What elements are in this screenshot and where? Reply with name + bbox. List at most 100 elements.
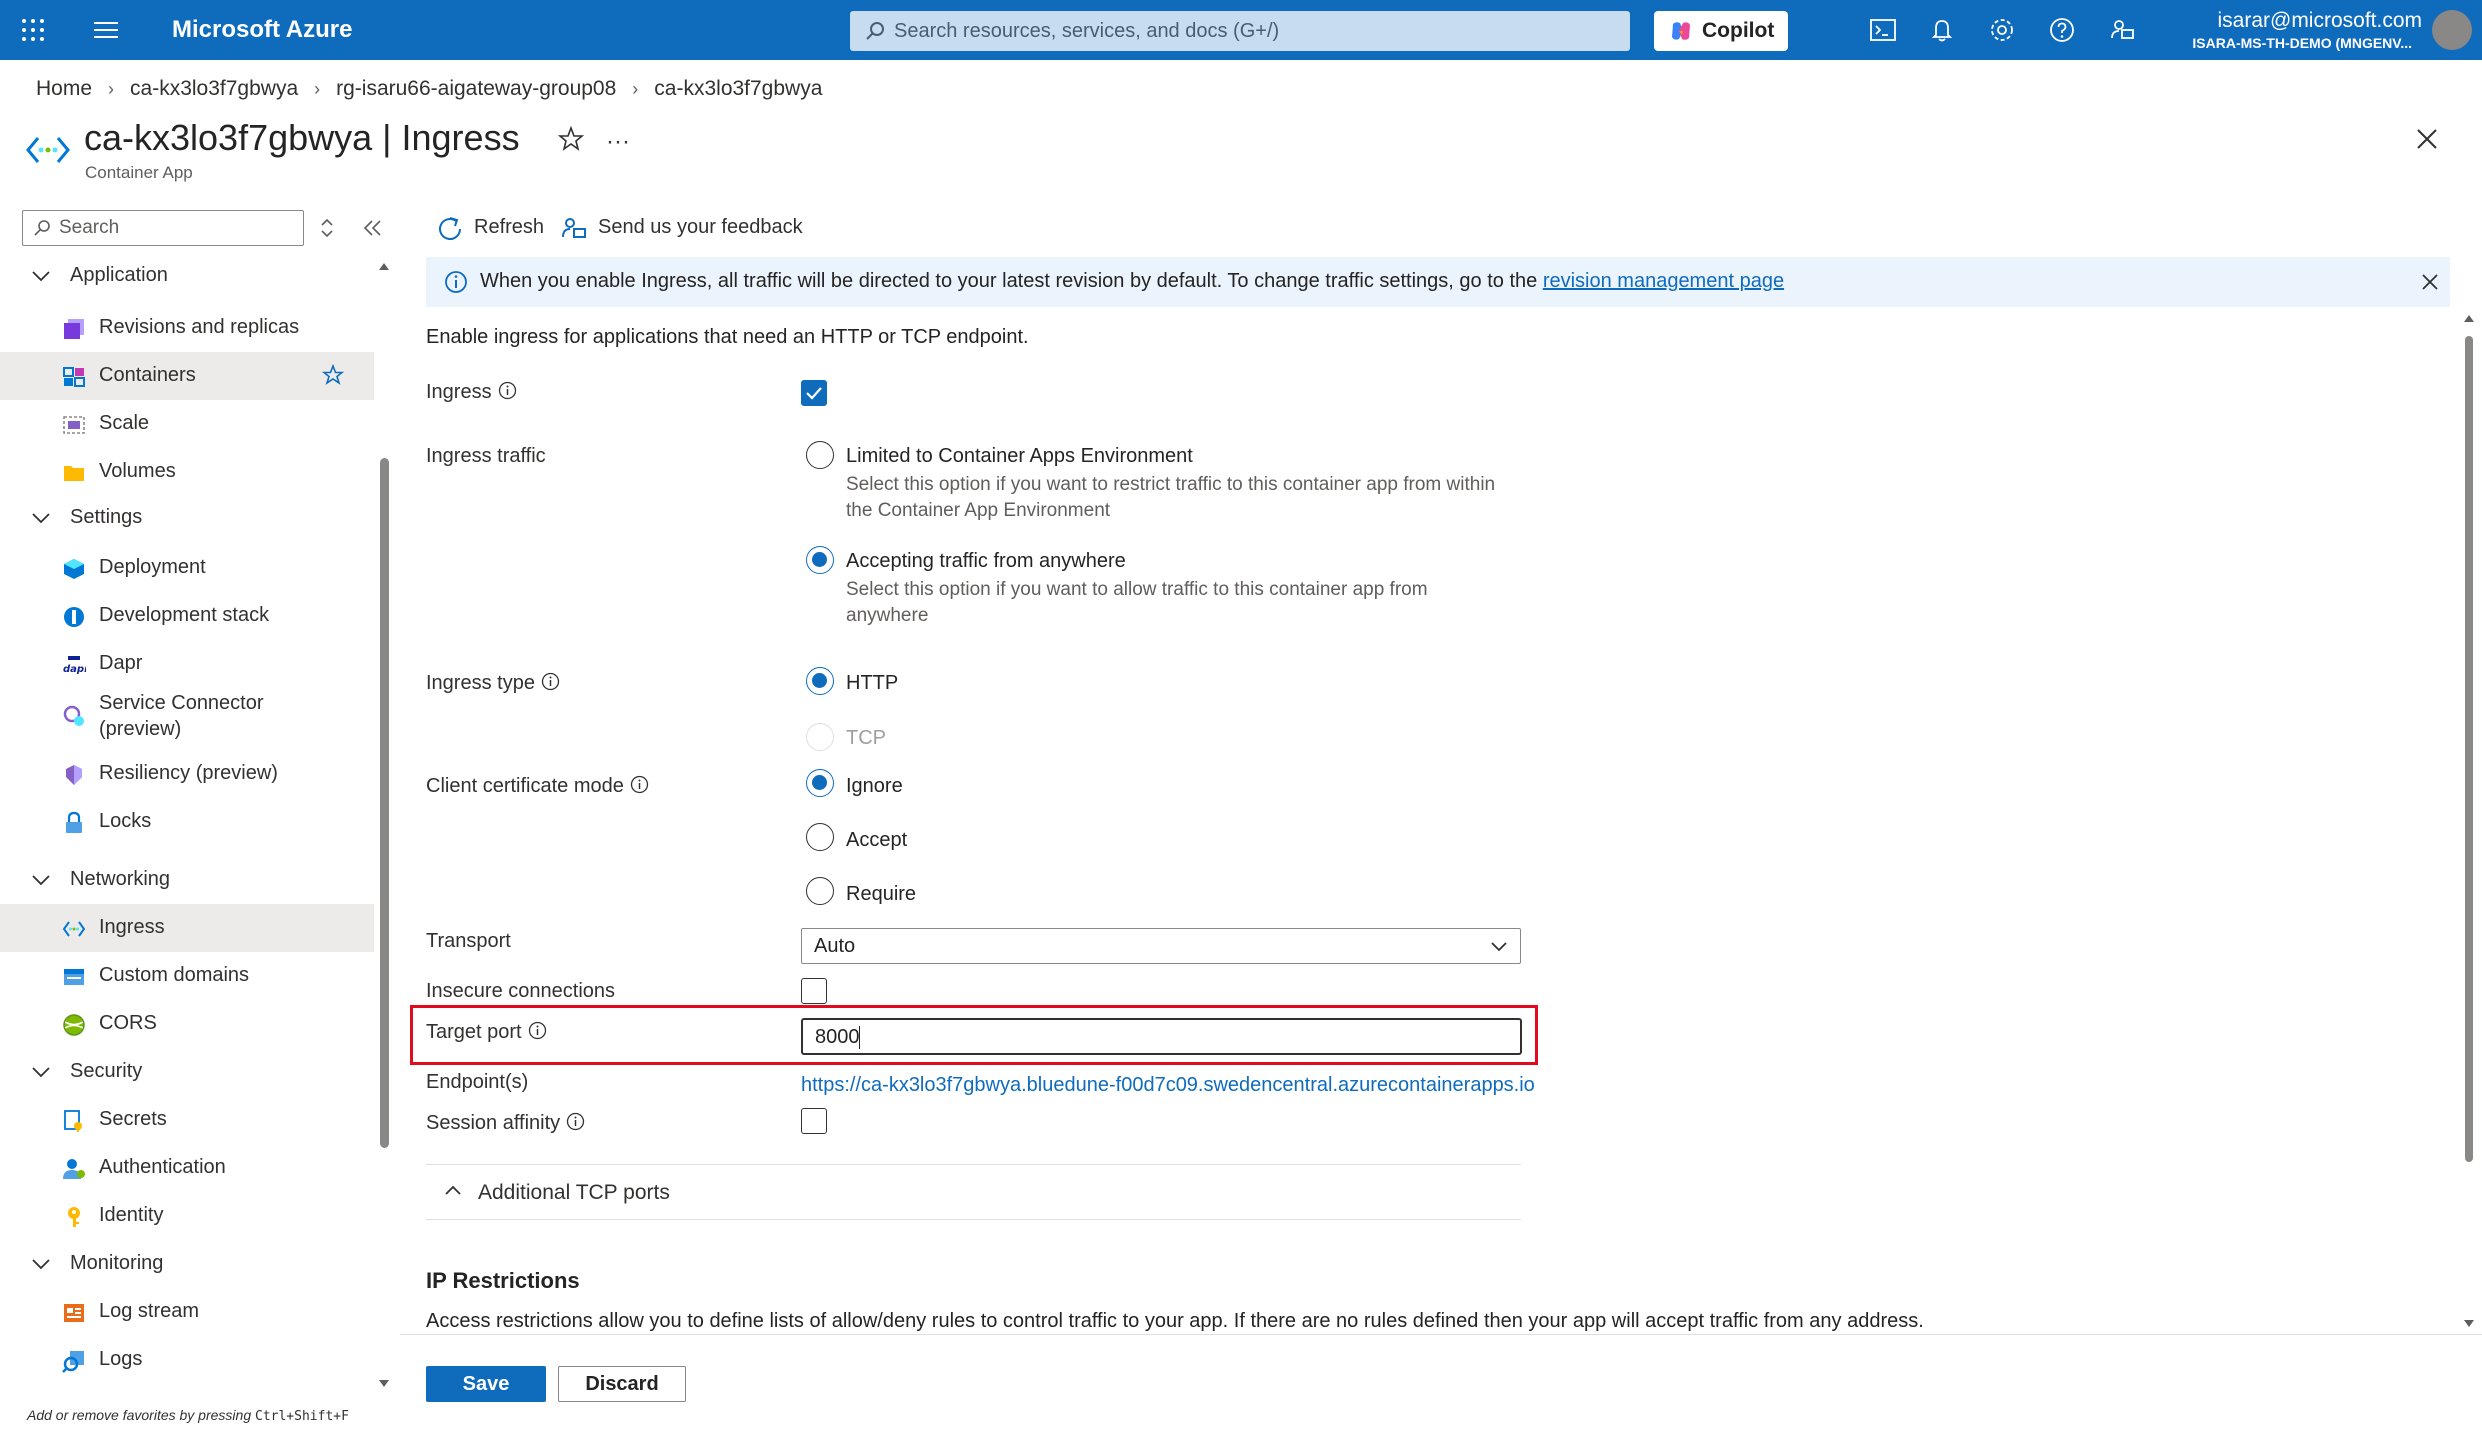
authentication-user-icon [63,1159,85,1179]
traffic-anywhere-label[interactable]: Accepting traffic from anywhere [846,550,1126,573]
sidebar-item-label: Log stream [99,1300,200,1322]
sidebar-item-label: Containers [99,364,196,386]
sidebar-item-secrets[interactable]: Secrets [0,1096,374,1144]
expand-collapse-all-icon[interactable] [318,216,336,240]
chevron-down-icon [32,271,50,281]
sidebar-item-logs[interactable]: Logs [0,1336,374,1384]
sidebar-item-label-line1: Service Connector [99,692,264,714]
nav-group-networking[interactable]: Networking [30,868,170,891]
nav-group-security[interactable]: Security [30,1060,142,1083]
ip-restrictions-title: IP Restrictions [426,1268,580,1293]
target-port-label: Target port [426,1021,547,1044]
sidebar-item-volumes[interactable]: Volumes [0,448,374,496]
sidebar-item-label: Revisions and replicas [99,316,300,338]
sidebar-item-label: Identity [99,1204,164,1226]
chevron-down-icon [32,513,50,523]
identity-key-icon [68,1207,80,1227]
transport-dropdown[interactable]: Auto [801,928,1521,964]
breadcrumb-current[interactable]: ca-kx3lo3f7gbwya [654,77,822,100]
close-blade-icon[interactable] [2414,126,2440,152]
sidebar-item-revisions[interactable]: Revisions and replicas [0,304,374,352]
info-icon[interactable] [630,775,649,794]
sidebar-item-service-connector[interactable]: Service Connector (preview) [0,688,374,744]
traffic-limited-radio[interactable] [806,441,834,469]
info-icon[interactable] [541,672,560,691]
ingress-type-http-label[interactable]: HTTP [846,672,898,695]
ingress-type-tcp-label: TCP [846,727,886,749]
client-cert-ignore-radio[interactable] [806,769,834,797]
target-port-input[interactable]: 8000 [801,1018,1522,1055]
sidebar-item-deployment[interactable]: Deployment [0,544,374,592]
breadcrumb-home[interactable]: Home [36,77,92,100]
traffic-anywhere-radio[interactable] [806,546,834,574]
endpoint-url-link[interactable]: https://ca-kx3lo3f7gbwya.bluedune-f00d7c… [801,1074,1535,1097]
portal-menu-icon[interactable] [92,18,120,42]
info-icon[interactable] [528,1021,547,1040]
sidebar-item-containers[interactable]: Containers [0,352,374,400]
notifications-bell-icon[interactable] [1928,16,1956,44]
main-scrollbar-thumb[interactable] [2465,336,2473,1162]
session-affinity-checkbox[interactable] [801,1108,827,1134]
brand-title[interactable]: Microsoft Azure [172,16,352,44]
sidebar-item-cors[interactable]: CORS [0,1000,374,1048]
chevron-up-icon [445,1185,461,1195]
ingress-type-http-radio[interactable] [806,667,834,695]
revision-management-link[interactable]: revision management page [1543,270,1784,292]
app-launcher-icon[interactable] [20,17,46,43]
sidebar-item-locks[interactable]: Locks [0,798,374,846]
sidebar-item-label-line2: (preview) [99,718,182,740]
save-button[interactable]: Save [426,1366,546,1402]
more-options-icon[interactable]: ··· [606,128,630,156]
sidebar-item-custom-domains[interactable]: Custom domains [0,952,374,1000]
favorites-hint: Add or remove favorites by pressing Ctrl… [27,1407,349,1424]
feedback-icon[interactable] [2108,16,2136,44]
sidebar-search-input[interactable]: Search [22,210,304,246]
sidebar-item-label: CORS [99,1012,157,1034]
client-cert-accept-label[interactable]: Accept [846,829,907,852]
account-email[interactable]: isarar@microsoft.com [2217,9,2422,33]
sidebar-item-resiliency[interactable]: Resiliency (preview) [0,750,374,798]
account-directory[interactable]: ISARA-MS-TH-DEMO (MNGENV... [2192,35,2412,51]
avatar[interactable] [2432,10,2472,50]
copilot-button[interactable]: Copilot [1654,11,1788,51]
ingress-checkbox[interactable] [801,380,827,406]
info-icon[interactable] [566,1112,585,1131]
sidebar-item-scale[interactable]: Scale [0,400,374,448]
cloud-shell-icon[interactable] [1869,16,1897,44]
collapse-sidebar-icon[interactable] [362,218,384,238]
global-search-input[interactable]: Search resources, services, and docs (G+… [850,11,1630,51]
ingress-icon [62,921,86,937]
client-cert-require-label[interactable]: Require [846,883,916,906]
sidebar-item-authentication[interactable]: Authentication [0,1144,374,1192]
sidebar-item-development-stack[interactable]: Development stack [0,592,374,640]
insecure-connections-checkbox[interactable] [801,978,827,1004]
traffic-limited-label[interactable]: Limited to Container Apps Environment [846,445,1193,468]
help-question-icon[interactable] [2048,16,2076,44]
nav-group-settings[interactable]: Settings [30,506,142,529]
sidebar-item-ingress[interactable]: Ingress [0,904,374,952]
nav-group-monitoring[interactable]: Monitoring [30,1252,163,1275]
logs-icon [62,1351,84,1373]
favorite-star-icon[interactable] [322,364,344,386]
client-cert-require-radio[interactable] [806,877,834,905]
favorite-star-icon[interactable] [558,126,584,152]
client-cert-ignore-label[interactable]: Ignore [846,775,903,798]
breadcrumb-separator-icon: › [632,79,639,99]
info-icon[interactable] [498,381,517,400]
additional-tcp-ports-toggle[interactable]: Additional TCP ports [444,1181,670,1205]
nav-group-application[interactable]: Application [30,264,168,287]
endpoints-label: Endpoint(s) [426,1071,529,1093]
sidebar-scrollbar-thumb[interactable] [380,458,389,1148]
discard-button[interactable]: Discard [558,1366,686,1402]
dapr-icon: dapr [63,656,86,675]
dismiss-banner-icon[interactable] [2420,272,2440,292]
breadcrumb-container-app[interactable]: ca-kx3lo3f7gbwya [130,77,298,100]
info-banner-message: When you enable Ingress, all traffic wil… [480,270,1543,292]
settings-gear-icon[interactable] [1988,16,2016,44]
sidebar-item-log-stream[interactable]: Log stream [0,1288,374,1336]
breadcrumb-resource-group[interactable]: rg-isaru66-aigateway-group08 [336,77,616,100]
cors-globe-icon [63,1014,85,1036]
client-cert-accept-radio[interactable] [806,823,834,851]
sidebar-item-dapr[interactable]: dapr Dapr [0,640,374,688]
sidebar-item-identity[interactable]: Identity [0,1192,374,1240]
